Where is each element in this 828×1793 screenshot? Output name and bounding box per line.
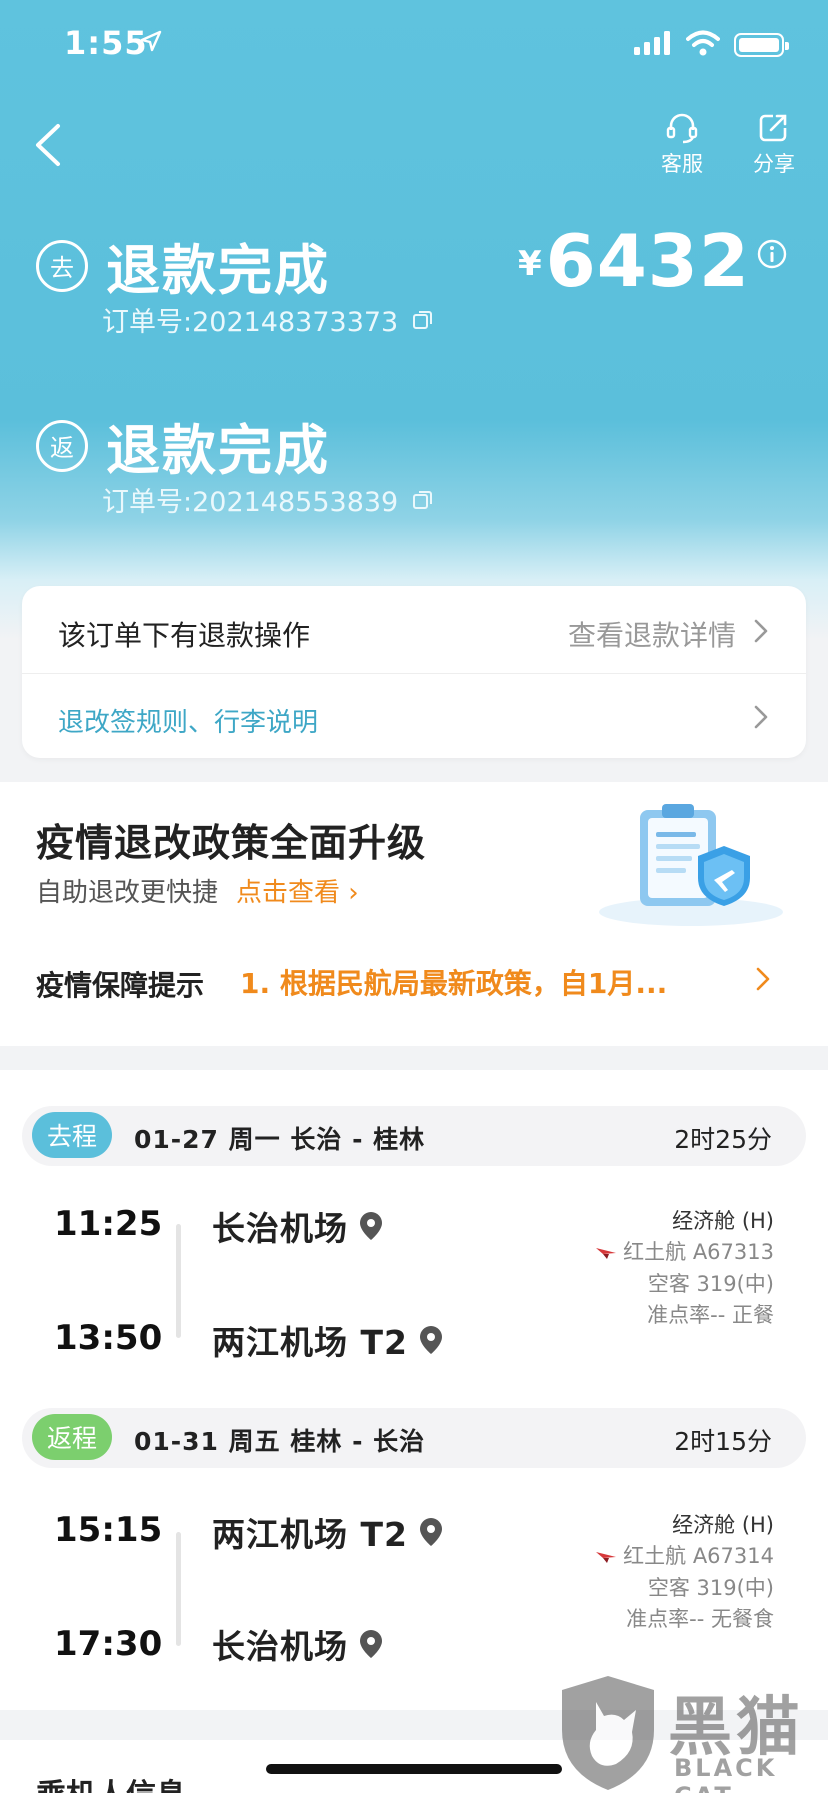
outbound-order-number: 订单号:202148373373 xyxy=(102,300,434,339)
return-duration: 2时15分 xyxy=(674,1427,772,1456)
info-icon[interactable] xyxy=(756,238,788,270)
return-timeline xyxy=(176,1532,181,1646)
outbound-airline-flight: 红土航 A67313 xyxy=(623,1240,774,1264)
tip-text[interactable]: 1. 根据民航局最新政策，自1月... xyxy=(240,962,667,1002)
outbound-depart-airport[interactable]: 长治机场 xyxy=(212,1202,384,1250)
chevron-right-icon[interactable] xyxy=(754,966,772,992)
return-aircraft: 空客 319(中) xyxy=(647,1575,774,1600)
outbound-order-text: 订单号:202148373373 xyxy=(102,307,399,338)
outbound-airline: 红土航 A67313 xyxy=(595,1237,774,1268)
promo-subtitle: 自助退改更快捷 xyxy=(36,878,219,908)
outbound-timeline xyxy=(176,1224,181,1338)
return-arrive-time: 17:30 xyxy=(54,1624,163,1664)
outbound-status-title: 退款完成 xyxy=(106,239,330,302)
outbound-arrive-time: 13:50 xyxy=(54,1318,163,1358)
return-tag: 返 xyxy=(36,419,88,472)
return-cabin: 经济舱 (H) xyxy=(672,1513,774,1537)
outbound-segment-tag: 去程 xyxy=(32,1112,112,1158)
location-arrow-icon xyxy=(140,30,162,56)
chevron-right-icon xyxy=(754,619,768,643)
status-icons xyxy=(634,30,789,60)
share-icon xyxy=(759,114,787,142)
outbound-flight-details[interactable]: 经济舱 (H) 红土航 A67313 空客 319(中) 准点率-- 正餐 xyxy=(595,1206,774,1331)
rules-link[interactable]: 退改签规则、行李说明 xyxy=(58,702,318,739)
return-depart-time: 15:15 xyxy=(54,1510,163,1550)
map-pin-icon xyxy=(419,1518,442,1546)
home-indicator[interactable] xyxy=(266,1764,562,1774)
flight-segments: 去程 01-27 周一 长治 - 桂林 2时25分 11:25 13:50 长治… xyxy=(0,1070,828,1710)
return-punctuality: 准点率-- 无餐食 xyxy=(626,1606,774,1631)
return-order-text: 订单号:202148553839 xyxy=(102,487,399,518)
amount-value: 6432 xyxy=(545,219,750,303)
copy-icon[interactable] xyxy=(412,309,434,331)
return-airline-flight: 红土航 A67314 xyxy=(623,1544,774,1568)
outbound-tag: 去 xyxy=(36,239,88,292)
outbound-cabin: 经济舱 (H) xyxy=(672,1209,774,1233)
outbound-date-route: 01-27 周一 长治 - 桂林 xyxy=(134,1125,426,1154)
black-cat-watermark: 黑猫 BLACK CAT xyxy=(556,1672,828,1793)
map-pin-icon xyxy=(360,1630,382,1658)
return-depart-airport-name: 两江机场 T2 xyxy=(212,1515,408,1554)
refund-details-row[interactable]: 该订单下有退款操作 查看退款详情 xyxy=(22,586,806,674)
map-pin-icon xyxy=(360,1212,382,1240)
clipboard-shield-icon xyxy=(596,800,786,934)
airline-logo-icon xyxy=(596,1551,617,1563)
promo-view-link[interactable]: 点击查看 › xyxy=(236,872,359,909)
share-button[interactable]: 分享 xyxy=(744,112,804,178)
watermark-subtext: BLACK CAT xyxy=(674,1754,778,1793)
passenger-title: 乘机人信息 xyxy=(36,1770,186,1793)
wifi-icon xyxy=(686,30,720,60)
customer-service-label: 客服 xyxy=(661,152,703,176)
currency-symbol: ¥ xyxy=(517,244,542,284)
cat-shield-icon xyxy=(562,1676,654,1790)
return-date-route: 01-31 周五 桂林 - 长治 xyxy=(134,1427,426,1456)
chevron-right-icon xyxy=(754,705,768,729)
return-depart-airport[interactable]: 两江机场 T2 xyxy=(212,1508,444,1556)
return-segment-header: 返程 01-31 周五 桂林 - 长治 2时15分 xyxy=(22,1408,806,1468)
return-airline: 红土航 A67314 xyxy=(595,1541,774,1572)
header-banner: 1:55 客服 分享 去 退款完成 订单号:202148373373 ¥ 643… xyxy=(0,0,828,640)
promo-title: 疫情退改政策全面升级 xyxy=(36,821,427,865)
refund-details-link[interactable]: 查看退款详情 xyxy=(568,614,736,654)
back-button[interactable] xyxy=(30,120,70,170)
outbound-arrive-airport-name: 两江机场 T2 xyxy=(212,1323,408,1362)
airline-logo-icon xyxy=(596,1247,617,1259)
policy-promo: 疫情退改政策全面升级 自助退改更快捷 点击查看 › 疫情保障提示 1. 根据民航… xyxy=(0,782,828,1046)
signal-icon xyxy=(634,31,672,59)
outbound-depart-airport-name: 长治机场 xyxy=(212,1209,348,1248)
tip-label: 疫情保障提示 xyxy=(36,969,205,1002)
return-arrive-airport[interactable]: 长治机场 xyxy=(212,1620,384,1668)
return-segment-tag: 返程 xyxy=(32,1414,112,1460)
return-order-number: 订单号:202148553839 xyxy=(102,480,434,519)
refund-notice: 该订单下有退款操作 xyxy=(58,619,311,652)
battery-icon xyxy=(734,33,789,57)
outbound-aircraft: 空客 319(中) xyxy=(647,1271,774,1296)
outbound-depart-time: 11:25 xyxy=(54,1204,163,1244)
outbound-segment-header: 去程 01-27 周一 长治 - 桂林 2时25分 xyxy=(22,1106,806,1166)
return-flight-details[interactable]: 经济舱 (H) 红土航 A67314 空客 319(中) 准点率-- 无餐食 xyxy=(595,1510,774,1635)
return-arrive-airport-name: 长治机场 xyxy=(212,1627,348,1666)
outbound-arrive-airport[interactable]: 两江机场 T2 xyxy=(212,1316,444,1364)
status-bar: 1:55 xyxy=(0,0,828,90)
refund-amount: ¥ 6432 xyxy=(518,222,788,300)
customer-service-button[interactable]: 客服 xyxy=(652,112,712,178)
outbound-status: 去 退款完成 xyxy=(36,226,330,305)
outbound-punctuality: 准点率-- 正餐 xyxy=(647,1302,774,1327)
refund-card: 该订单下有退款操作 查看退款详情 退改签规则、行李说明 xyxy=(22,586,806,758)
share-label: 分享 xyxy=(753,152,795,176)
headset-icon xyxy=(666,113,698,144)
map-pin-icon xyxy=(419,1326,442,1354)
copy-icon[interactable] xyxy=(412,489,434,511)
status-time: 1:55 xyxy=(64,24,148,62)
outbound-duration: 2时25分 xyxy=(674,1125,772,1154)
return-status: 返 退款完成 xyxy=(36,406,330,485)
return-status-title: 退款完成 xyxy=(106,419,330,482)
